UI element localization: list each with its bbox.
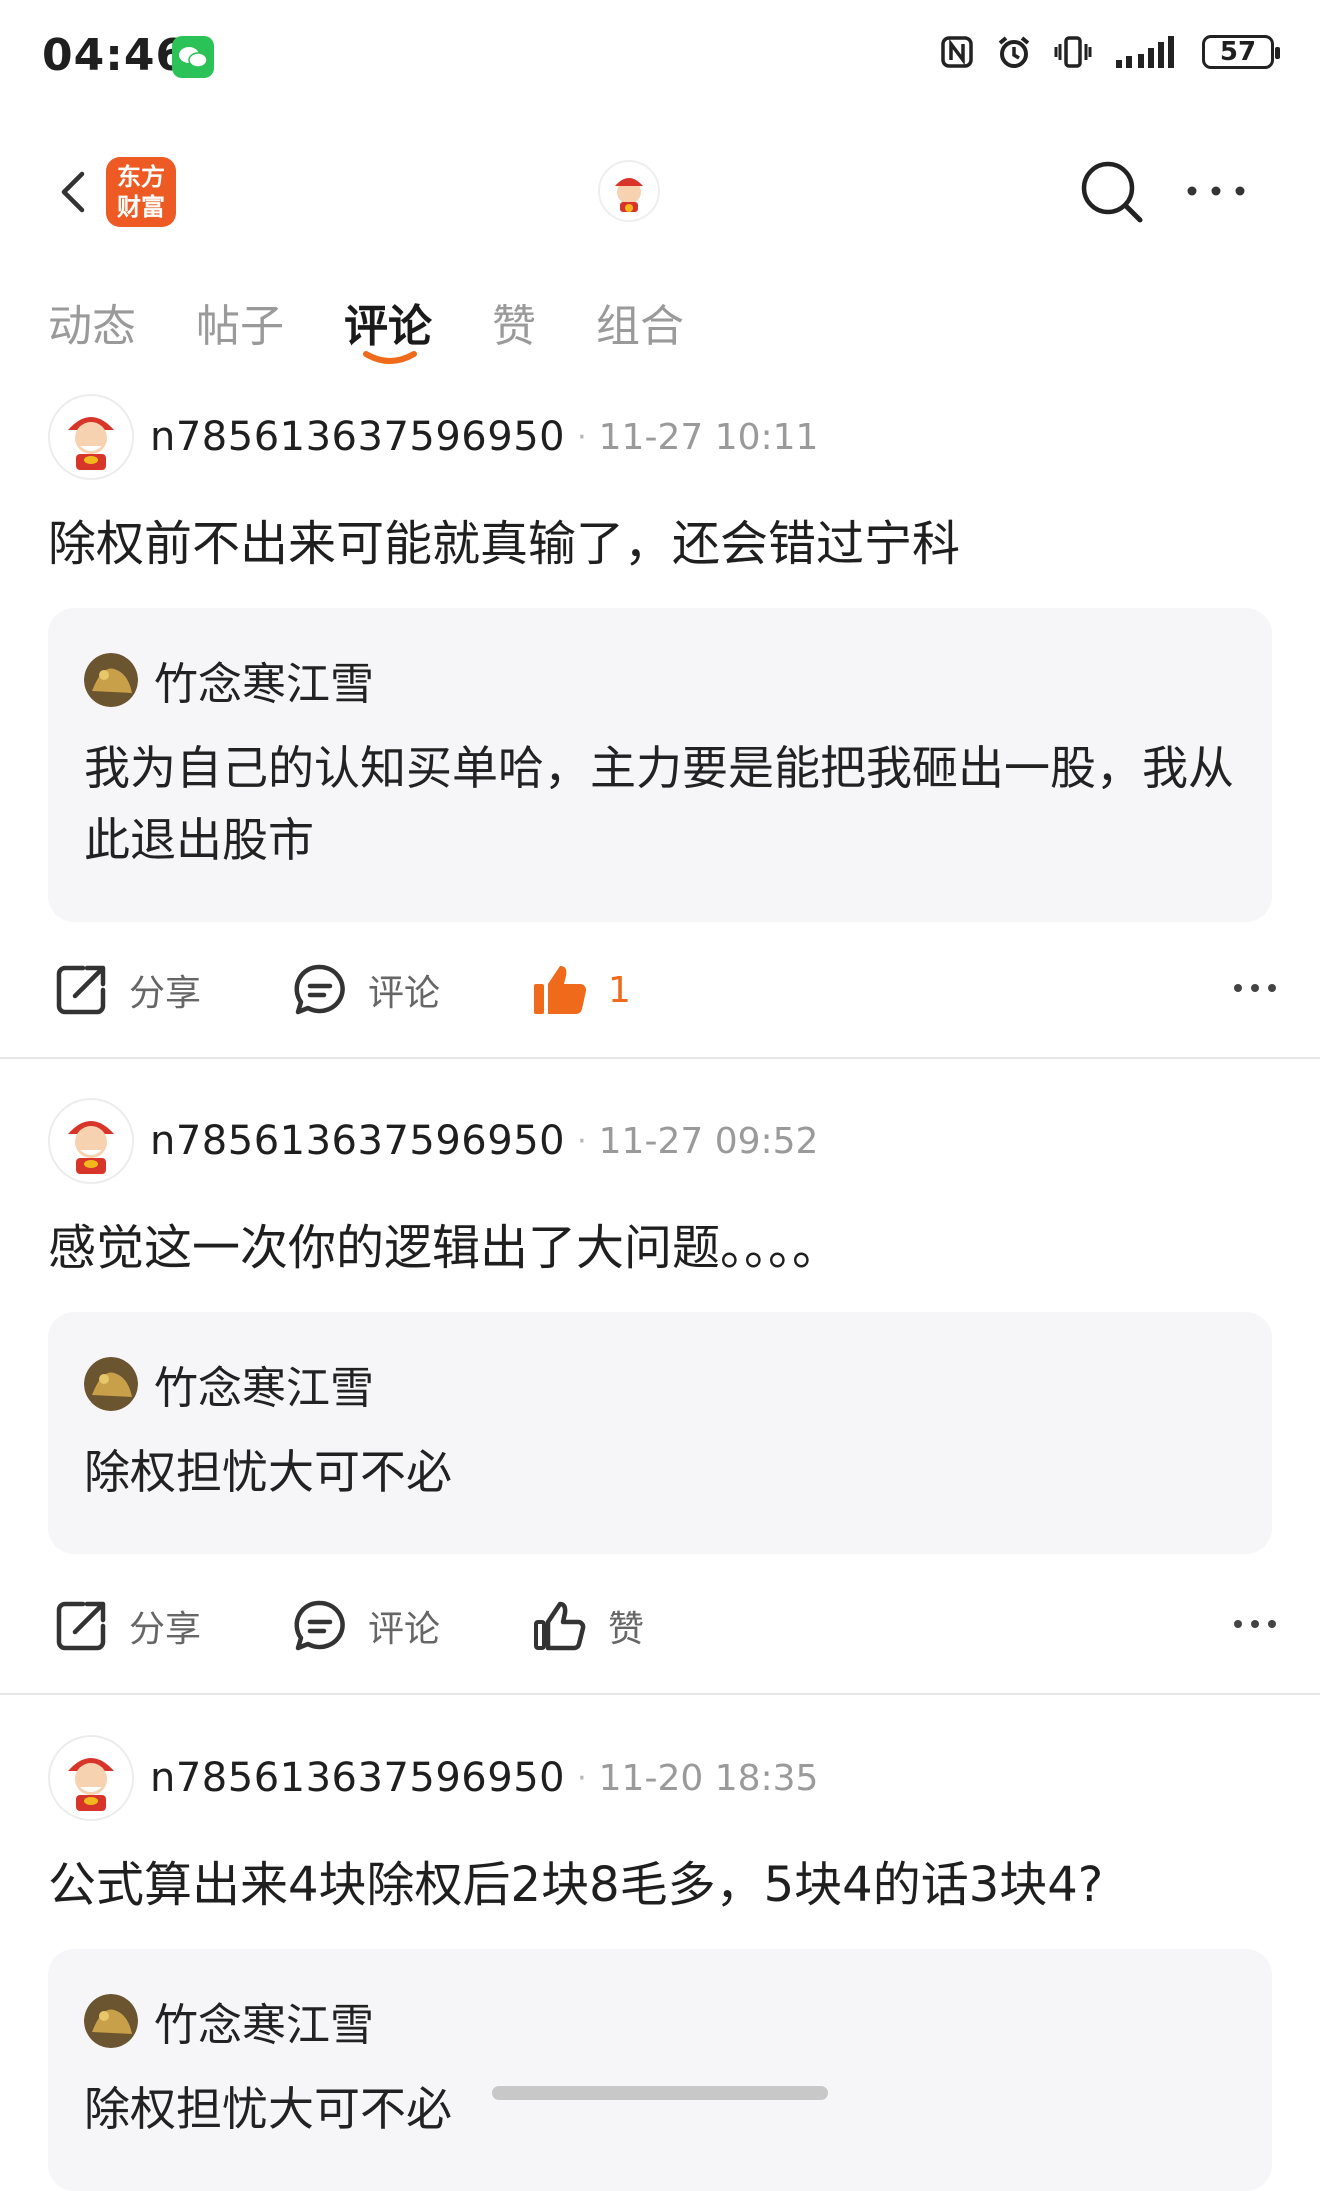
comment-icon bbox=[294, 964, 345, 1015]
quoted-text: 我为自己的认知买单哈，主力要是能把我砸出一股，我从此退出股市 bbox=[84, 741, 1234, 867]
comment-header: n785613637596950 · 11-27 09:52 bbox=[48, 1096, 818, 1186]
wechat-notification-icon bbox=[172, 36, 214, 78]
share-button[interactable]: 分享 bbox=[53, 950, 201, 1030]
more-options-icon[interactable] bbox=[1184, 176, 1248, 206]
username[interactable]: n785613637596950 bbox=[150, 1755, 565, 1801]
share-icon bbox=[56, 965, 106, 1015]
quoted-text: 除权担忧大可不必 bbox=[84, 1445, 452, 1499]
separator-dot: · bbox=[577, 419, 587, 455]
more-icon[interactable] bbox=[1232, 1616, 1278, 1632]
quoted-author: 竹念寒江雪 bbox=[84, 1989, 1236, 2053]
reply-button[interactable]: 评论 bbox=[292, 1586, 440, 1666]
status-bar: 04:46 57 bbox=[0, 0, 1320, 110]
comment-header: n785613637596950 · 11-20 18:35 bbox=[48, 1733, 818, 1823]
like-label: 赞 bbox=[608, 1609, 645, 1650]
quoted-author: 竹念寒江雪 bbox=[84, 1352, 1236, 1416]
battery-indicator: 57 bbox=[1202, 35, 1280, 69]
quoted-author-avatar bbox=[84, 653, 138, 707]
profile-avatar[interactable] bbox=[598, 160, 660, 222]
back-arrow-icon[interactable] bbox=[52, 170, 96, 214]
comment-icon bbox=[294, 1600, 345, 1651]
divider bbox=[0, 1057, 1320, 1059]
tab-likes[interactable]: 赞 bbox=[492, 290, 536, 354]
divider bbox=[0, 1693, 1320, 1695]
comment-label: 评论 bbox=[368, 1609, 441, 1650]
reply-button[interactable]: 评论 bbox=[292, 950, 440, 1030]
tab-dynamics[interactable]: 动态 bbox=[48, 290, 136, 354]
active-tab-indicator bbox=[363, 351, 417, 364]
separator-dot: · bbox=[577, 1760, 587, 1796]
nfc-icon bbox=[941, 36, 973, 68]
status-icons: 57 bbox=[940, 34, 1280, 70]
tab-comments-label: 评论 bbox=[344, 301, 432, 352]
quoted-post[interactable]: 竹念寒江雪 除权担忧大可不必 bbox=[48, 1312, 1272, 1554]
comment-text[interactable]: 感觉这一次你的逻辑出了大问题。。。。 bbox=[48, 1208, 840, 1278]
comment-text[interactable]: 公式算出来4块除权后2块8毛多，5块4的话3块4? bbox=[48, 1845, 1103, 1915]
avatar[interactable] bbox=[48, 1735, 134, 1821]
tab-comments[interactable]: 评论 bbox=[344, 290, 432, 364]
profile-tabs: 动态 帖子 评论 赞 组合 bbox=[48, 290, 684, 364]
logo-text-line1: 东方 bbox=[117, 163, 165, 191]
avatar[interactable] bbox=[48, 394, 134, 480]
search-icon[interactable] bbox=[1078, 158, 1146, 226]
share-label: 分享 bbox=[129, 973, 202, 1014]
tab-portfolio[interactable]: 组合 bbox=[596, 290, 684, 354]
tab-posts[interactable]: 帖子 bbox=[196, 290, 284, 354]
quoted-author-name: 竹念寒江雪 bbox=[154, 1363, 374, 1414]
thumbs-up-icon bbox=[534, 1601, 586, 1651]
comment-time: 11-20 18:35 bbox=[598, 1757, 819, 1799]
comment-actions: 分享 评论 1 bbox=[48, 950, 1278, 1030]
quoted-post[interactable]: 竹念寒江雪 我为自己的认知买单哈，主力要是能把我砸出一股，我从此退出股市 bbox=[48, 608, 1272, 922]
like-count: 1 bbox=[608, 969, 631, 1011]
quoted-author: 竹念寒江雪 bbox=[84, 648, 1236, 712]
avatar[interactable] bbox=[48, 1098, 134, 1184]
status-time: 04:46 bbox=[42, 30, 188, 81]
quoted-author-name: 竹念寒江雪 bbox=[154, 659, 374, 710]
quoted-author-name: 竹念寒江雪 bbox=[154, 2000, 374, 2051]
comment-label: 评论 bbox=[368, 973, 441, 1014]
username[interactable]: n785613637596950 bbox=[150, 1118, 565, 1164]
vibrate-icon bbox=[1054, 36, 1092, 68]
more-icon[interactable] bbox=[1232, 980, 1278, 996]
quoted-author-avatar bbox=[84, 1357, 138, 1411]
alarm-icon bbox=[998, 36, 1030, 68]
signal-icon bbox=[1116, 36, 1174, 68]
comment-time: 11-27 09:52 bbox=[598, 1120, 819, 1162]
separator-dot: · bbox=[577, 1123, 587, 1159]
quoted-text: 除权担忧大可不必 bbox=[84, 2082, 452, 2136]
like-button[interactable]: 1 bbox=[532, 950, 631, 1030]
username[interactable]: n785613637596950 bbox=[150, 414, 565, 460]
comment-text[interactable]: 除权前不出来可能就真输了，还会错过宁科 bbox=[48, 504, 960, 574]
share-icon bbox=[56, 1601, 106, 1651]
quoted-post[interactable]: 竹念寒江雪 除权担忧大可不必 bbox=[48, 1949, 1272, 2191]
top-nav-bar: 东方 财富 bbox=[0, 140, 1320, 250]
like-button[interactable]: 赞 bbox=[532, 1586, 644, 1666]
share-button[interactable]: 分享 bbox=[53, 1586, 201, 1666]
home-indicator[interactable] bbox=[492, 2086, 828, 2100]
eastmoney-logo[interactable]: 东方 财富 bbox=[106, 157, 176, 227]
thumbs-up-filled-icon bbox=[534, 966, 587, 1015]
comment-actions: 分享 评论 赞 bbox=[48, 1586, 1278, 1666]
comment-time: 11-27 10:11 bbox=[598, 416, 819, 458]
logo-text-line2: 财富 bbox=[117, 193, 165, 221]
comment-header: n785613637596950 · 11-27 10:11 bbox=[48, 392, 818, 482]
quoted-author-avatar bbox=[84, 1994, 138, 2048]
share-label: 分享 bbox=[129, 1609, 202, 1650]
